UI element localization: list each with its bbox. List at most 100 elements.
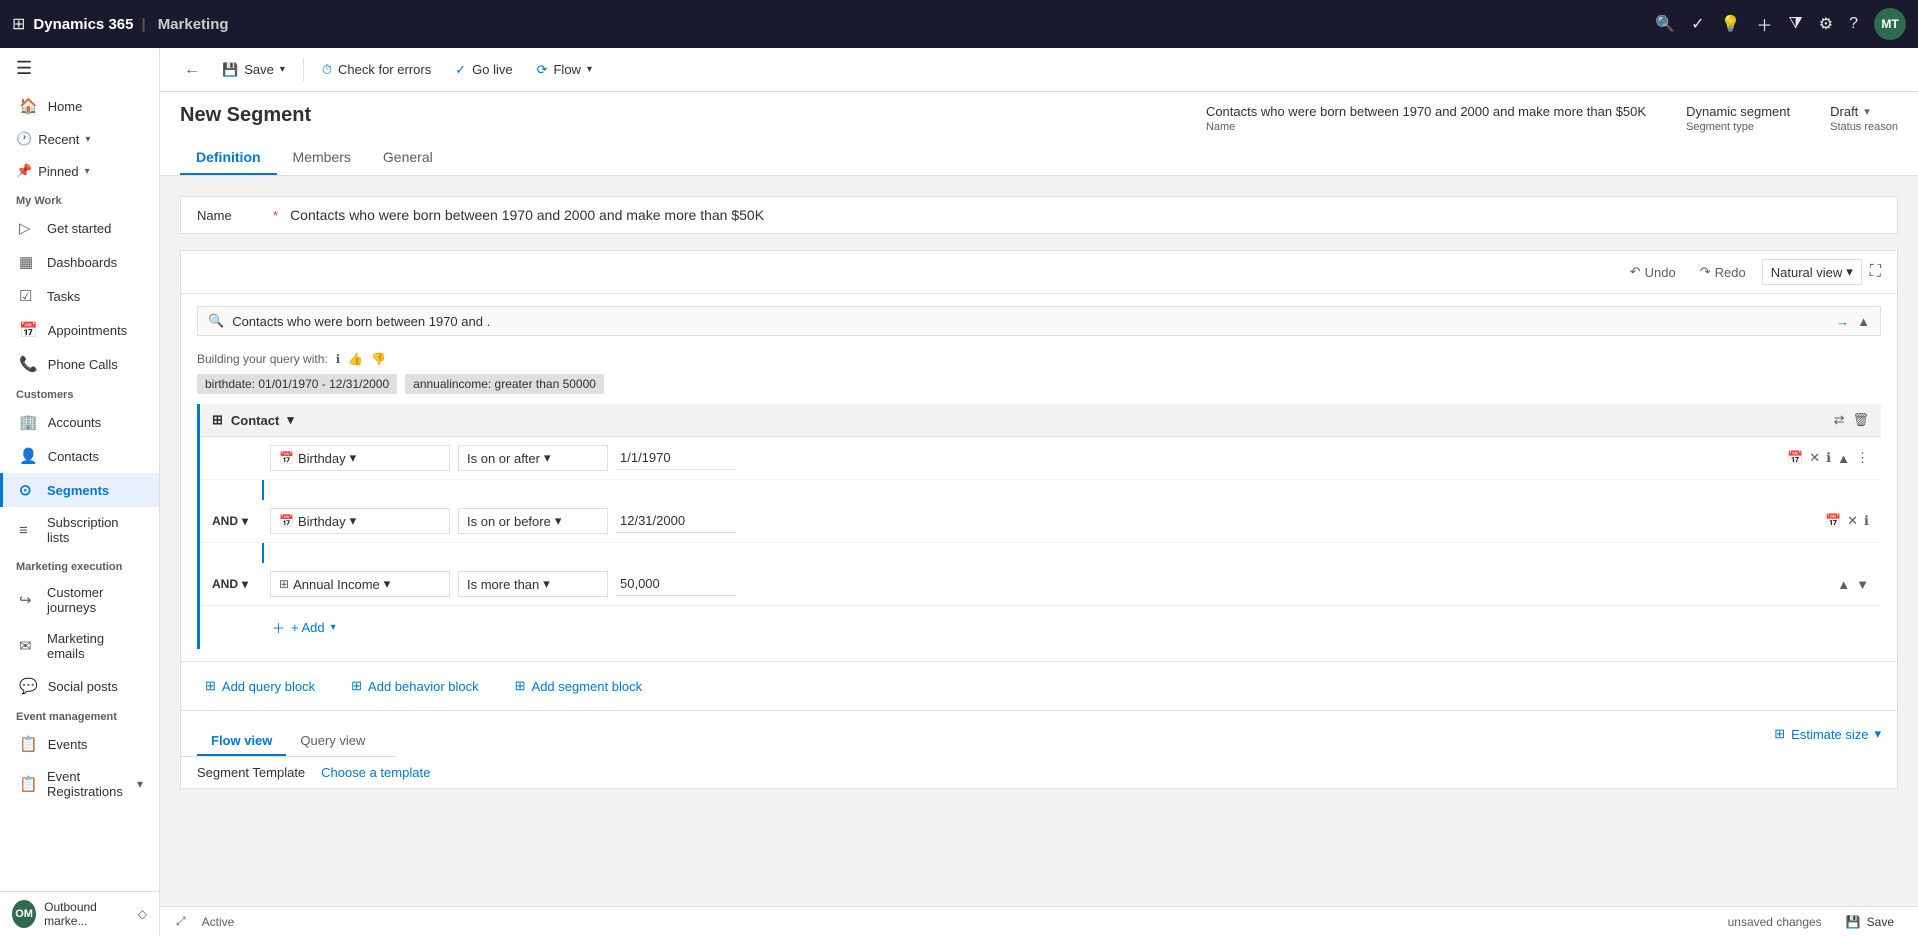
redo-button[interactable]: ↷ Redo [1692, 260, 1754, 284]
info-icon[interactable]: ℹ [1826, 450, 1831, 466]
tab-query-view[interactable]: Query view [286, 727, 379, 756]
calendar-icon2[interactable]: 📅 [1825, 513, 1841, 529]
condition-operator-2[interactable]: Is on or before ▾ [458, 508, 608, 534]
condition-value-1[interactable]: 1/1/1970 [616, 446, 736, 470]
back-button[interactable]: ← [176, 55, 208, 85]
sidebar-item-social-posts[interactable]: 💬 Social posts [0, 669, 159, 703]
resize-icon[interactable]: ⤢ [176, 914, 186, 929]
sidebar-item-tasks[interactable]: ☑ Tasks [0, 279, 159, 313]
arrow-right-icon[interactable]: → [1836, 314, 1849, 329]
top-navigation: ⊞ Dynamics 365 | Marketing 🔍 ✓ 💡 ＋ ⧩ ⚙ ?… [0, 0, 1918, 48]
bottom-save-button[interactable]: 💾 Save [1838, 913, 1902, 931]
expand-icon[interactable]: ⛶ [1870, 263, 1881, 281]
help-icon[interactable]: ? [1849, 15, 1858, 33]
choose-template-link[interactable]: Choose a template [321, 765, 430, 780]
condition-field-2[interactable]: 📅 Birthday ▾ [270, 508, 450, 534]
event-reg-icon: 📋 [19, 775, 37, 793]
grid-icon[interactable]: ⊞ [12, 14, 25, 34]
sidebar-item-customer-journeys[interactable]: ↪ Customer journeys [0, 577, 159, 623]
name-value[interactable]: Contacts who were born between 1970 and … [290, 207, 764, 223]
sidebar-item-dashboards[interactable]: ▦ Dashboards [0, 245, 159, 279]
sidebar-item-phone-calls[interactable]: 📞 Phone Calls [0, 347, 159, 381]
save-chevron[interactable]: ▾ [280, 64, 285, 75]
condition-operator-3[interactable]: Is more than ▾ [458, 571, 608, 597]
add-icon[interactable]: ＋ [1756, 12, 1772, 36]
sidebar-item-appointments[interactable]: 📅 Appointments [0, 313, 159, 347]
view-chevron-icon: ▾ [1846, 264, 1853, 280]
sidebar-item-segments[interactable]: ⊙ Segments [0, 473, 159, 507]
query-tags: birthdate: 01/01/1970 - 12/31/2000 annua… [181, 374, 1897, 404]
qb-toolbar: ↶ Undo ↷ Redo Natural view ▾ ⛶ [181, 251, 1897, 294]
add-behavior-block-button[interactable]: ⊞ Add behavior block [343, 674, 486, 698]
view-select[interactable]: Natural view ▾ [1762, 259, 1862, 285]
condition-and-connector[interactable]: AND ▾ [212, 514, 262, 528]
add-query-block-button[interactable]: ⊞ Add query block [197, 674, 323, 698]
contact-chevron-icon[interactable]: ▾ [287, 412, 294, 428]
sidebar-item-accounts[interactable]: 🏢 Accounts [0, 405, 159, 439]
info-icon2[interactable]: ℹ [1864, 513, 1869, 529]
sidebar-footer[interactable]: OM Outbound marke... ◇ [0, 891, 159, 936]
query-search-text[interactable]: Contacts who were born between 1970 and … [232, 314, 1828, 329]
building-query-info: Building your query with: ℹ 👍 👎 [181, 348, 1897, 374]
add-condition-button[interactable]: ＋ + Add ▾ [260, 610, 348, 645]
tab-flow-view[interactable]: Flow view [197, 727, 286, 756]
thumbs-down-icon[interactable]: 👎 [371, 352, 386, 366]
search-icon[interactable]: 🔍 [1655, 14, 1675, 34]
add-segment-block-button[interactable]: ⊞ Add segment block [507, 674, 650, 698]
condition-field-1[interactable]: 📅 Birthday ▾ [270, 445, 450, 471]
segment-name-label: Name [1206, 121, 1646, 133]
move-up-icon3[interactable]: ▲ [1837, 577, 1850, 592]
move-up-icon[interactable]: ▲ [1837, 451, 1850, 466]
chevron-up-icon[interactable]: ▲ [1857, 314, 1870, 329]
share-icon[interactable]: ⇄ [1834, 412, 1845, 428]
calendar-icon[interactable]: 📅 [1787, 450, 1803, 466]
check-errors-button[interactable]: ⏱ Check for errors [312, 56, 441, 84]
tasks-icon[interactable]: ✓ [1691, 14, 1704, 34]
sidebar-item-event-registrations[interactable]: 📋 Event Registrations ▾ [0, 761, 159, 807]
sidebar-item-home[interactable]: 🏠 Home [0, 89, 159, 123]
filter-icon[interactable]: ⧩ [1788, 15, 1802, 33]
sidebar-item-recent[interactable]: 🕐 Recent ▾ [0, 123, 159, 155]
status-chevron-icon[interactable]: ▾ [1864, 105, 1870, 118]
sidebar-item-contacts[interactable]: 👤 Contacts [0, 439, 159, 473]
block-actions: ⊞ Add query block ⊞ Add behavior block ⊞… [181, 661, 1897, 710]
op-chevron-icon: ▾ [555, 513, 562, 529]
segment-status-label: Status reason [1830, 121, 1898, 133]
clear-icon[interactable]: ✕ [1809, 450, 1820, 466]
condition-operator-1[interactable]: Is on or after ▾ [458, 445, 608, 471]
more-icon[interactable]: ⋮ [1856, 450, 1869, 466]
settings-icon[interactable]: ⚙ [1819, 14, 1833, 34]
sidebar-item-marketing-emails[interactable]: ✉ Marketing emails [0, 623, 159, 669]
thumbs-up-icon[interactable]: 👍 [348, 352, 363, 366]
hamburger-button[interactable]: ☰ [0, 48, 159, 89]
undo-button[interactable]: ↶ Undo [1622, 260, 1684, 284]
add-chevron-icon[interactable]: ▾ [331, 622, 336, 633]
delete-icon[interactable]: 🗑 [1852, 412, 1869, 428]
move-down-icon3[interactable]: ▼ [1856, 577, 1869, 592]
sidebar-item-subscription-lists[interactable]: ≡ Subscription lists [0, 507, 159, 553]
go-live-button[interactable]: ✓ Go live [445, 56, 522, 84]
field-chevron-icon: ▾ [350, 513, 357, 529]
condition-value-2[interactable]: 12/31/2000 [616, 509, 736, 533]
condition-field-3[interactable]: ⊞ Annual Income ▾ [270, 571, 450, 597]
page-title: New Segment [180, 104, 311, 127]
condition-and-connector-2[interactable]: AND ▾ [212, 577, 262, 591]
tab-definition[interactable]: Definition [180, 141, 277, 175]
sidebar-item-get-started[interactable]: ▷ Get started [0, 211, 159, 245]
estimate-icon: ⊞ [1774, 726, 1785, 742]
sidebar-item-events[interactable]: 📋 Events [0, 727, 159, 761]
tab-general[interactable]: General [367, 141, 449, 175]
flow-button[interactable]: ⟳ Flow ▾ [527, 56, 602, 84]
clear-icon2[interactable]: ✕ [1847, 513, 1858, 529]
sidebar-item-pinned[interactable]: 📌 Pinned ▾ [0, 155, 159, 187]
lightbulb-icon[interactable]: 💡 [1721, 14, 1741, 34]
tab-members[interactable]: Members [277, 141, 367, 175]
estimate-size-row[interactable]: ⊞ Estimate size ▾ [1758, 718, 1897, 750]
info-icon: ℹ [336, 352, 341, 366]
condition-value-3[interactable]: 50,000 [616, 572, 736, 596]
play-icon: ▷ [19, 219, 37, 237]
user-avatar[interactable]: MT [1874, 8, 1906, 40]
flow-chevron[interactable]: ▾ [587, 64, 592, 75]
save-button[interactable]: 💾 Save ▾ [212, 56, 295, 84]
list-icon: ≡ [19, 522, 37, 539]
